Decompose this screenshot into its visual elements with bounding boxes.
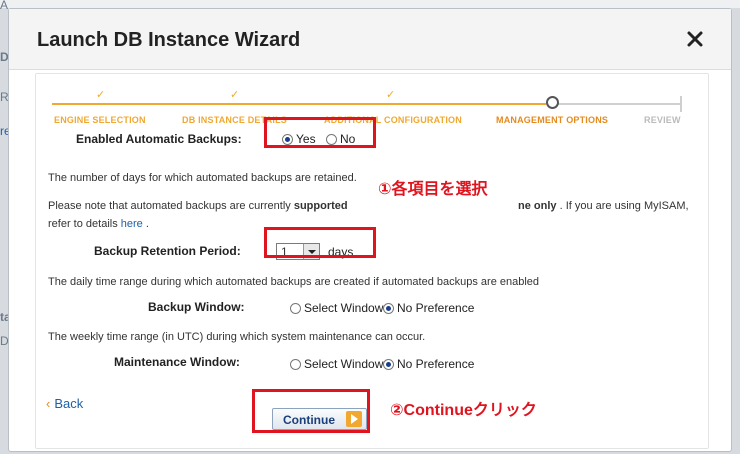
- backup-window-option-1-label: Select Window: [304, 301, 384, 315]
- note-text: Please note that automated backups are c…: [48, 200, 348, 212]
- highlight-box-retention: [264, 227, 376, 258]
- radio-unselected-icon[interactable]: [290, 303, 301, 314]
- maintenance-window-select-option[interactable]: Select Window: [290, 357, 383, 371]
- annotation-select-items: ①各項目を選択: [378, 181, 488, 198]
- maintenance-description: The weekly time range (in UTC) during wh…: [48, 331, 426, 343]
- maintenance-window-label: Maintenance Window:: [114, 355, 240, 369]
- check-icon: ✓: [230, 89, 240, 101]
- radio-selected-icon[interactable]: [383, 359, 394, 370]
- back-link[interactable]: ‹ Back: [46, 396, 83, 411]
- dialog-title: Launch DB Instance Wizard: [37, 29, 301, 51]
- note-line-2: refer to details here .: [48, 218, 149, 230]
- here-link[interactable]: here: [121, 218, 143, 230]
- maintenance-window-no-preference-option[interactable]: No Preference: [383, 357, 474, 371]
- note-text-cont: ne only . If you are using MyISAM,: [518, 200, 689, 212]
- current-step-icon: [546, 96, 559, 109]
- backup-window-label: Backup Window:: [148, 300, 245, 314]
- step-management-options: MANAGEMENT OPTIONS: [496, 115, 609, 125]
- note-suffix: . If you are using MyISAM,: [559, 200, 689, 212]
- annotation-click-continue: ②Continueクリック: [390, 402, 537, 419]
- highlight-box-backups: [264, 117, 376, 148]
- retention-description: The number of days for which automated b…: [48, 172, 357, 184]
- maintenance-window-option-1-label: Select Window: [304, 357, 384, 371]
- stepper-track-todo: [554, 103, 680, 105]
- background-text: A: [0, 0, 9, 12]
- retention-period-label: Backup Retention Period:: [94, 244, 241, 258]
- stepper-track-done: [52, 103, 546, 105]
- radio-selected-icon[interactable]: [383, 303, 394, 314]
- note-details-prefix: refer to details: [48, 218, 118, 230]
- highlight-box-continue: [252, 389, 370, 433]
- dialog-header: Launch DB Instance Wizard: [9, 9, 731, 70]
- chevron-left-icon: ‹: [46, 396, 51, 411]
- note-details-suffix: .: [145, 218, 149, 230]
- step-engine-selection: ENGINE SELECTION: [54, 115, 146, 125]
- check-icon: ✓: [96, 89, 106, 101]
- backup-window-no-preference-option[interactable]: No Preference: [383, 301, 474, 315]
- note-prefix: Please note that automated backups are c…: [48, 200, 291, 212]
- note-bold-engine: ne only: [518, 200, 557, 212]
- maintenance-window-option-2-label: No Preference: [397, 357, 475, 371]
- backup-window-select-option[interactable]: Select Window: [290, 301, 383, 315]
- automatic-backups-label: Enabled Automatic Backups:: [76, 132, 242, 146]
- background-page: [0, 0, 740, 8]
- step-review: REVIEW: [644, 115, 681, 125]
- backup-window-option-2-label: No Preference: [397, 301, 475, 315]
- check-icon: ✓: [386, 89, 396, 101]
- radio-unselected-icon[interactable]: [290, 359, 301, 370]
- note-bold-supported: supported: [293, 200, 348, 212]
- back-label: Back: [54, 396, 84, 411]
- stepper-track-end: [680, 96, 682, 112]
- close-icon[interactable]: [685, 29, 705, 49]
- backup-window-description: The daily time range during which automa…: [48, 276, 540, 288]
